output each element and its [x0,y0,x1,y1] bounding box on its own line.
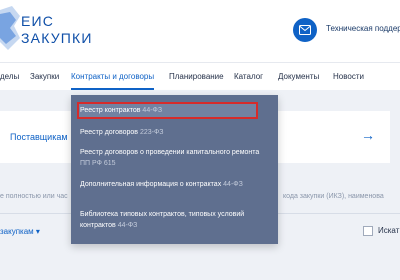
nav-item-news[interactable]: Новости [333,63,364,90]
search-checkbox[interactable] [363,226,373,236]
logo-line2: ЗАКУПКИ [21,30,93,46]
nav-item-documents[interactable]: Документы [278,63,319,90]
menu-item-label: Дополнительная информация о контрактах [80,181,222,188]
sort-dropdown[interactable]: закупкам ▾ [0,227,40,236]
search-checkbox-label: Искат [378,226,400,235]
main-nav: делы Закупки Контракты и договоры Планир… [0,62,400,90]
nav-item-purchases[interactable]: Закупки [30,63,59,90]
menu-item-label: Библиотека типовых контрактов, типовых у… [80,211,245,229]
menu-item-law: 44-ФЗ [117,222,138,229]
menu-item-label: Реестр контрактов [80,107,141,114]
menu-item-law: ПП РФ 615 [80,160,116,167]
support-button[interactable] [293,18,317,42]
nav-item-planning[interactable]: Планирование [169,63,224,90]
suppliers-card-label: Поставщикам [10,132,68,142]
menu-item-label: Реестр договоров [80,129,138,136]
support-link[interactable]: Техническая поддер [326,24,400,33]
menu-item-label: Реестр договоров о проведении капитально… [80,149,260,156]
logo[interactable]: ЕИС ЗАКУПКИ [21,13,93,47]
menu-item-law: 44-ФЗ [223,181,243,188]
menu-item-contract-registry[interactable]: Реестр контрактов 44-ФЗ [80,105,270,116]
nav-item-sections[interactable]: делы [0,63,19,90]
search-hint-left: е полностью или час [0,193,68,200]
search-hint-right: кода закупки (ИКЗ), наименова [283,193,384,200]
menu-item-law: 223-ФЗ [139,129,164,136]
logo-line1: ЕИС [21,13,55,29]
nav-item-contracts[interactable]: Контракты и договоры [71,63,155,90]
logo-mark-icon [0,6,20,50]
arrow-right-icon[interactable]: → [361,127,375,143]
menu-item-capital-repair-registry[interactable]: Реестр договоров о проведении капитально… [80,147,270,169]
menu-item-additional-info[interactable]: Дополнительная информация о контрактах 4… [80,179,270,190]
menu-item-template-library[interactable]: Библиотека типовых контрактов, типовых у… [80,209,270,231]
contracts-dropdown-menu: Реестр контрактов 44-ФЗ Реестр договоров… [71,95,278,244]
menu-item-law: 44-ФЗ [142,107,163,114]
mail-icon [299,25,311,35]
menu-item-agreement-registry[interactable]: Реестр договоров 223-ФЗ [80,127,270,138]
header: ЕИС ЗАКУПКИ Техническая поддер [0,0,400,62]
nav-item-catalog[interactable]: Каталог [234,63,263,90]
